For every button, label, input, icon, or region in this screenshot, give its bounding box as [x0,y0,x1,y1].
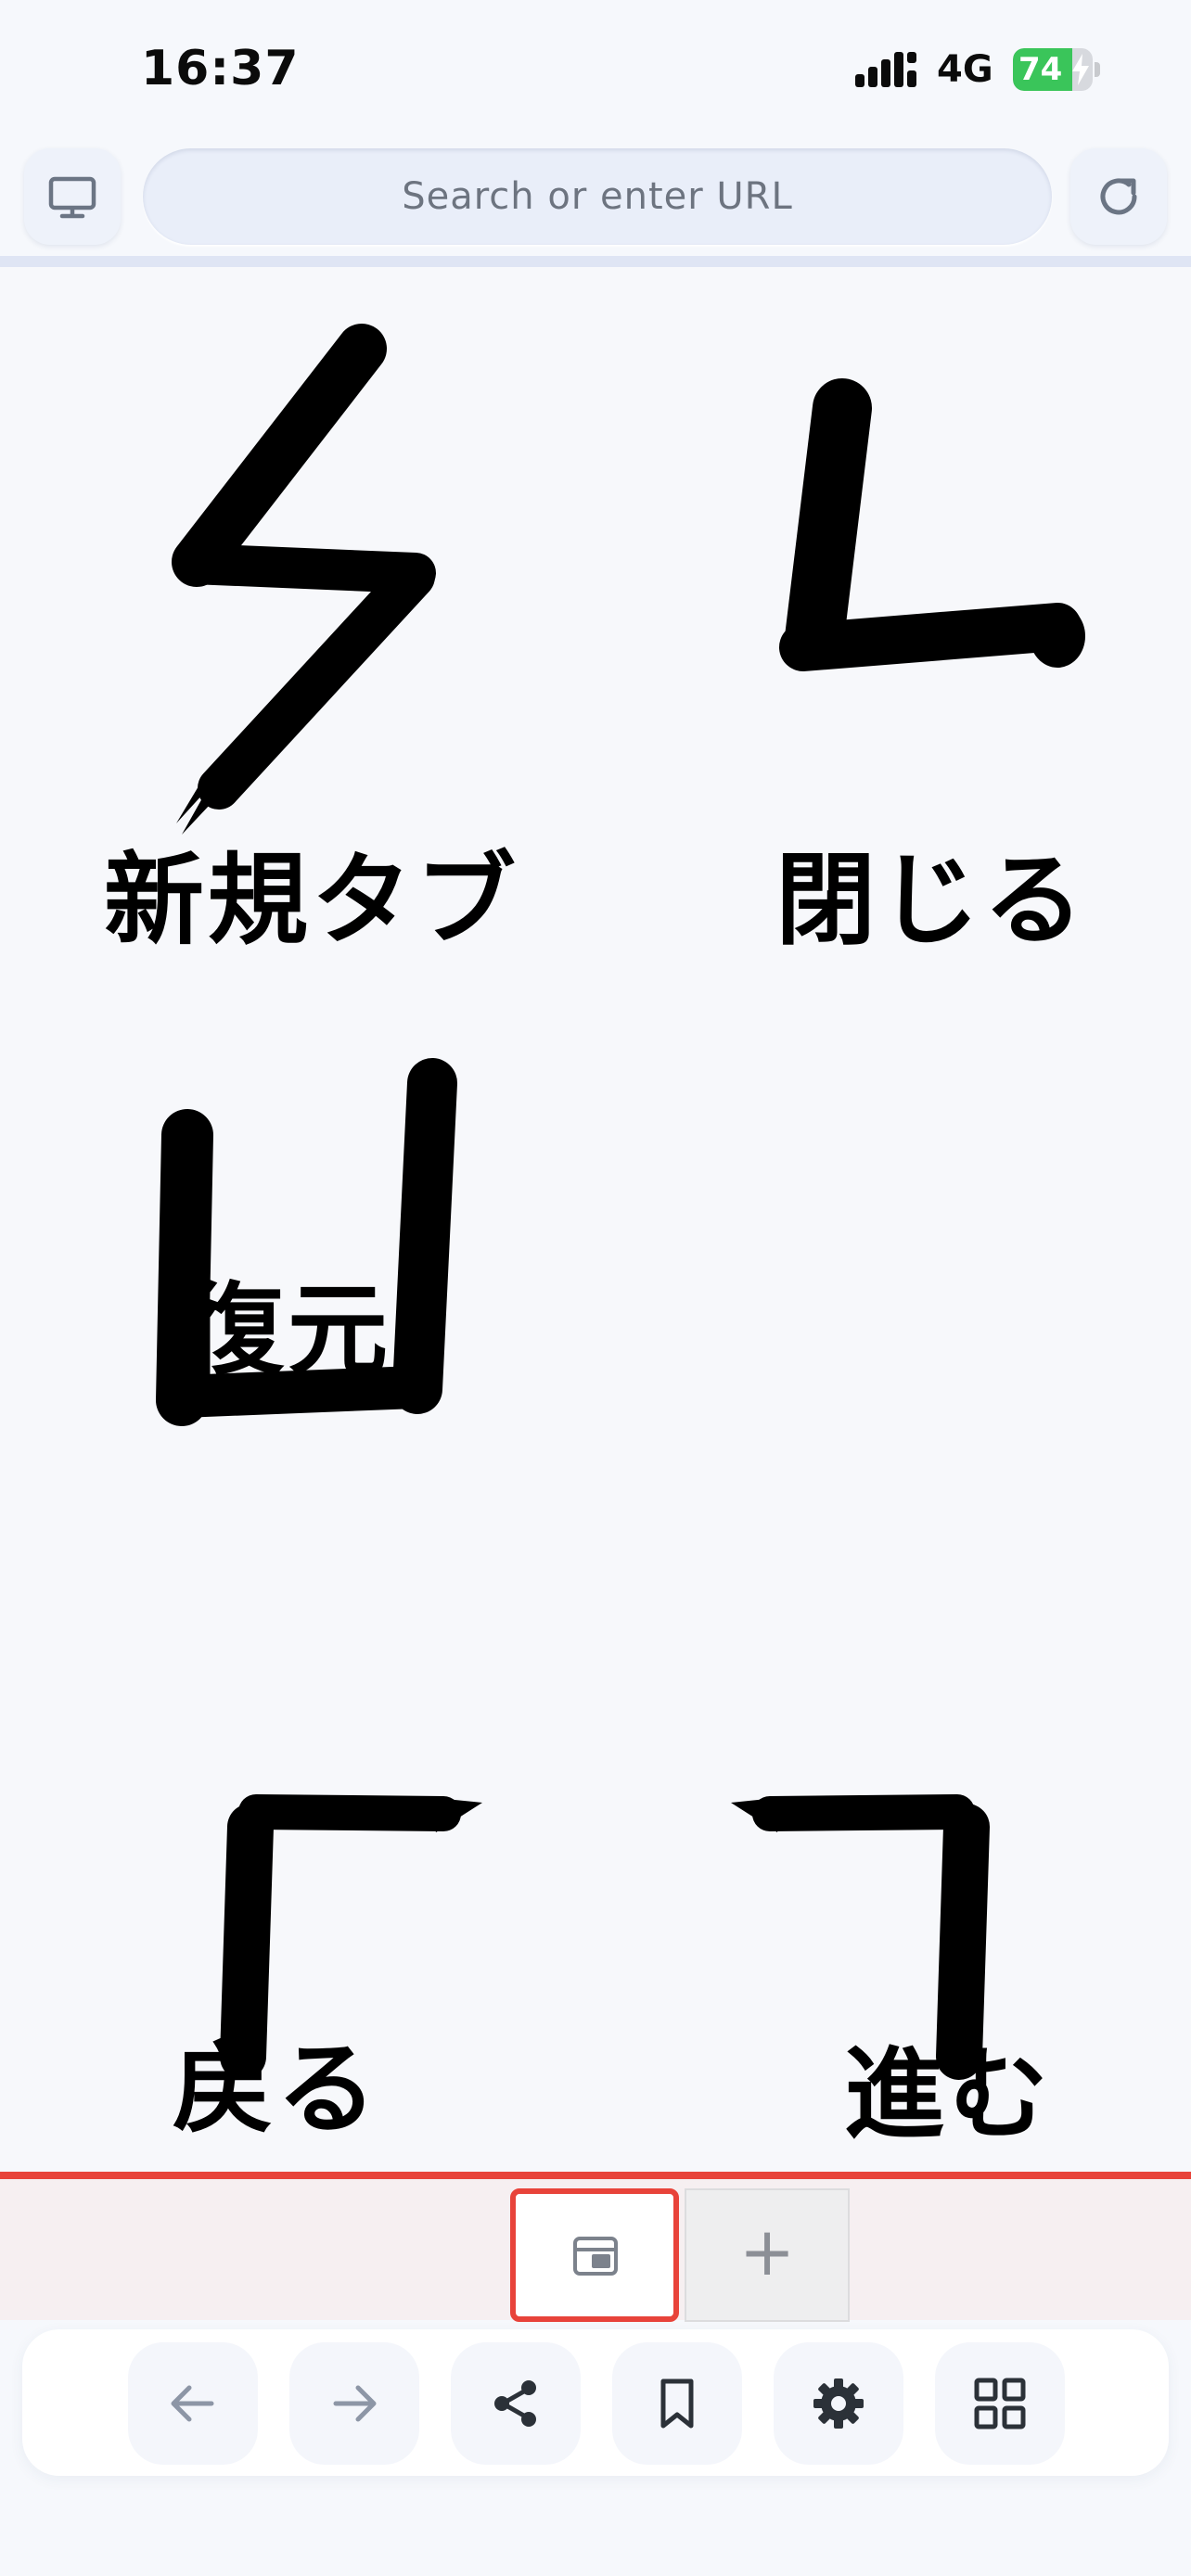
desktop-mode-button[interactable] [24,148,121,245]
url-bar [0,132,1191,267]
reload-icon [1100,178,1137,215]
gesture-label: 戻る [173,2031,381,2148]
arrow-right-icon [333,2385,377,2422]
current-tab[interactable] [510,2188,679,2322]
plus-icon: + [738,2213,796,2290]
tab-strip: + [0,2172,1191,2322]
home-area [0,2494,1191,2576]
gesture-forward: 進む [594,1686,1191,2172]
gear-icon [813,2378,864,2429]
status-bar: 16:37 4G 74 [0,0,1191,132]
arrow-left-icon [171,2385,214,2422]
battery-icon: 74 [1013,48,1102,91]
network-type: 4G [937,48,993,91]
battery-percent: 74 [1018,51,1063,88]
gesture-label: 閉じる [775,842,1088,959]
share-icon [494,2380,536,2427]
gesture-new-tab: 新規タブ [0,267,594,972]
charging-bolt-icon [1072,54,1089,85]
gesture-back: 戻る [0,1686,594,2172]
signal-icon [855,52,916,87]
gesture-label: 新規タブ [104,842,520,959]
desktop-icon [48,176,96,219]
tabs-grid-button[interactable] [935,2342,1065,2465]
grid-icon [974,2378,1026,2429]
settings-button[interactable] [774,2342,903,2465]
bookmark-button[interactable] [612,2342,742,2465]
bottom-toolbar [22,2329,1169,2476]
gesture-label: 復元 [184,1272,392,1389]
reload-button[interactable] [1070,148,1167,245]
back-button[interactable] [128,2342,258,2465]
share-button[interactable] [451,2342,581,2465]
bookmark-icon [660,2378,694,2429]
gesture-guide: 新規タブ 閉じる 復元 戻る 進む [0,267,1191,2172]
gesture-label: 進む [844,2036,1053,2153]
tab-window-icon [573,2237,618,2276]
gesture-restore: 復元 [0,1009,594,1435]
forward-button[interactable] [289,2342,419,2465]
add-tab-button[interactable]: + [685,2188,850,2322]
gesture-close: 閉じる [594,267,1191,972]
status-time: 16:37 [141,41,300,96]
search-input[interactable] [143,148,1052,245]
